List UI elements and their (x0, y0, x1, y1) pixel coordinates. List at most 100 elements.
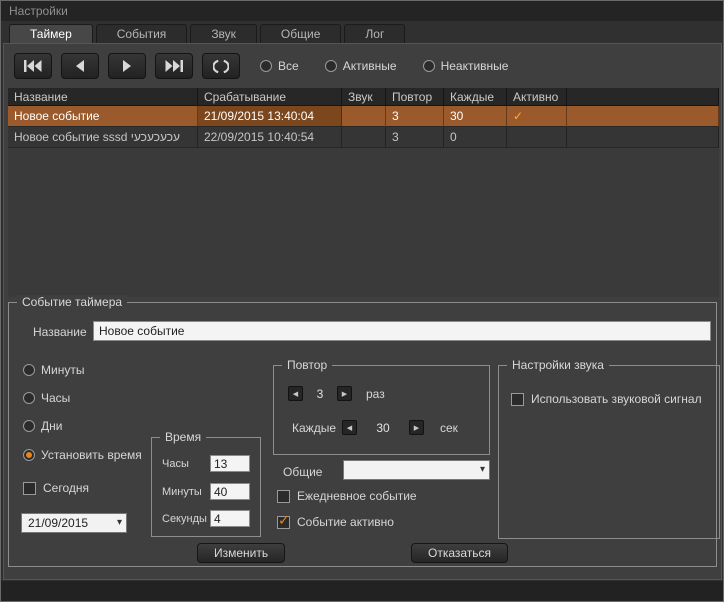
tab-log[interactable]: Лог (344, 24, 405, 43)
column-header-active[interactable]: Активно (507, 88, 567, 106)
every-unit: сек (440, 421, 458, 435)
radio-dot (325, 60, 337, 72)
hours-input[interactable] (210, 455, 250, 472)
use-sound-label: Использовать звуковой сигнал (531, 392, 702, 406)
radio-dot (23, 449, 35, 461)
sound-settings-group: Настройки звука ✓ Использовать звуковой … (498, 365, 720, 539)
filter-inactive-label: Неактивные (441, 59, 509, 73)
cell-extra (567, 127, 719, 148)
daily-event-label: Ежедневное событие (297, 489, 417, 503)
radio-dot (23, 364, 35, 376)
checkbox-box: ✓ (277, 516, 290, 529)
tab-timer[interactable]: Таймер (9, 24, 93, 43)
mode-hours-radio[interactable]: Часы (23, 391, 70, 405)
skip-last-button[interactable] (155, 53, 193, 79)
column-header-every[interactable]: Каждые (444, 88, 507, 106)
cell-trigger: 22/09/2015 10:40:54 (198, 127, 342, 148)
cell-active-check: ✓ (507, 106, 567, 127)
name-label: Название (33, 325, 87, 339)
name-input[interactable] (93, 321, 711, 341)
cell-active-check (507, 127, 567, 148)
column-header-extra[interactable] (567, 88, 719, 106)
window-title: Настройки (9, 4, 68, 18)
mode-minutes-radio[interactable]: Минуты (23, 363, 84, 377)
previous-button[interactable] (61, 53, 99, 79)
event-active-checkbox[interactable]: ✓ Событие активно (277, 515, 394, 529)
every-increment-button[interactable]: ▶ (409, 420, 424, 435)
refresh-icon (213, 59, 229, 74)
mode-settime-radio[interactable]: Установить время (23, 448, 142, 462)
timer-event-group-title: Событие таймера (17, 295, 127, 310)
mode-settime-label: Установить время (41, 448, 142, 462)
cell-repeat: 3 (386, 106, 444, 127)
checkbox-box: ✓ (511, 393, 524, 406)
filter-inactive-radio[interactable]: Неактивные (423, 59, 509, 73)
previous-icon (74, 60, 86, 72)
every-decrement-button[interactable]: ◀ (342, 420, 357, 435)
table-row[interactable]: Новое событие 21/09/2015 13:40:04 3 30 ✓ (8, 106, 719, 127)
cell-sound (342, 106, 386, 127)
seconds-input[interactable] (210, 510, 250, 527)
every-label: Каждые (292, 421, 336, 435)
event-active-label: Событие активно (297, 515, 394, 529)
repeat-count-unit: раз (366, 387, 385, 401)
column-header-trigger[interactable]: Срабатывание (198, 88, 342, 106)
titlebar: Настройки (1, 1, 723, 21)
today-checkbox[interactable]: ✓ Сегодня (23, 481, 89, 495)
repeat-group: Повтор ◀ 3 ▶ раз Каждые ◀ 30 ▶ сек (273, 365, 490, 455)
filter-all-radio[interactable]: Все (260, 59, 299, 73)
settings-window: Настройки Таймер События Звук Общие Лог (0, 0, 724, 602)
filter-active-label: Активные (343, 59, 397, 73)
repeat-every-row: Каждые ◀ 30 ▶ сек (292, 420, 458, 435)
apply-button[interactable]: Изменить (197, 543, 285, 563)
play-icon (121, 60, 133, 72)
repeat-count-increment-button[interactable]: ▶ (337, 386, 352, 401)
repeat-count-decrement-button[interactable]: ◀ (288, 386, 303, 401)
cell-sound (342, 127, 386, 148)
play-button[interactable] (108, 53, 146, 79)
mode-days-radio[interactable]: Дни (23, 419, 62, 433)
cancel-button[interactable]: Отказаться (411, 543, 508, 563)
minutes-label: Минуты (162, 486, 202, 498)
tab-events[interactable]: События (96, 24, 188, 43)
minutes-input[interactable] (210, 483, 250, 500)
mode-hours-label: Часы (41, 391, 70, 405)
cell-name: Новое событие sssd עכעכעכעי (8, 127, 198, 148)
hours-label: Часы (162, 458, 189, 470)
date-select[interactable]: 21/09/2015 ▾ (21, 513, 127, 533)
column-header-repeat[interactable]: Повтор (386, 88, 444, 106)
repeat-count-row: ◀ 3 ▶ раз (288, 386, 385, 401)
cell-trigger: 21/09/2015 13:40:04 (198, 106, 342, 127)
seconds-label: Секунды (162, 513, 207, 525)
check-icon: ✓ (278, 512, 290, 529)
daily-event-checkbox[interactable]: ✓ Ежедневное событие (277, 489, 417, 503)
table-row[interactable]: Новое событие sssd עכעכעכעי 22/09/2015 1… (8, 127, 719, 148)
tab-general[interactable]: Общие (260, 24, 341, 43)
tab-sound[interactable]: Звук (190, 24, 257, 43)
skip-first-icon (24, 60, 42, 72)
column-header-sound[interactable]: Звук (342, 88, 386, 106)
date-value: 21/09/2015 (28, 516, 88, 530)
sound-settings-title: Настройки звука (507, 358, 609, 373)
filter-active-radio[interactable]: Активные (325, 59, 397, 73)
timer-event-group: Событие таймера Название Минуты Часы Дни… (8, 302, 717, 567)
table-empty-area (8, 148, 719, 297)
column-header-name[interactable]: Название (8, 88, 198, 106)
dropdown-icon: ▾ (117, 518, 122, 528)
use-sound-checkbox[interactable]: ✓ Использовать звуковой сигнал (511, 392, 702, 406)
dropdown-icon: ▾ (480, 465, 485, 475)
table-header: Название Срабатывание Звук Повтор Каждые… (8, 88, 719, 106)
radio-dot (260, 60, 272, 72)
cell-extra (567, 106, 719, 127)
skip-last-icon (165, 60, 183, 72)
radio-dot (423, 60, 435, 72)
tab-bar: Таймер События Звук Общие Лог (9, 24, 405, 43)
every-value: 30 (363, 421, 403, 435)
repeat-count-value: 3 (307, 387, 333, 401)
main-panel: Все Активные Неактивные Название Срабаты… (3, 43, 722, 580)
mode-days-label: Дни (41, 419, 62, 433)
bottom-strip (1, 581, 723, 602)
skip-first-button[interactable] (14, 53, 52, 79)
refresh-button[interactable] (202, 53, 240, 79)
general-select[interactable]: ▾ (343, 460, 490, 480)
